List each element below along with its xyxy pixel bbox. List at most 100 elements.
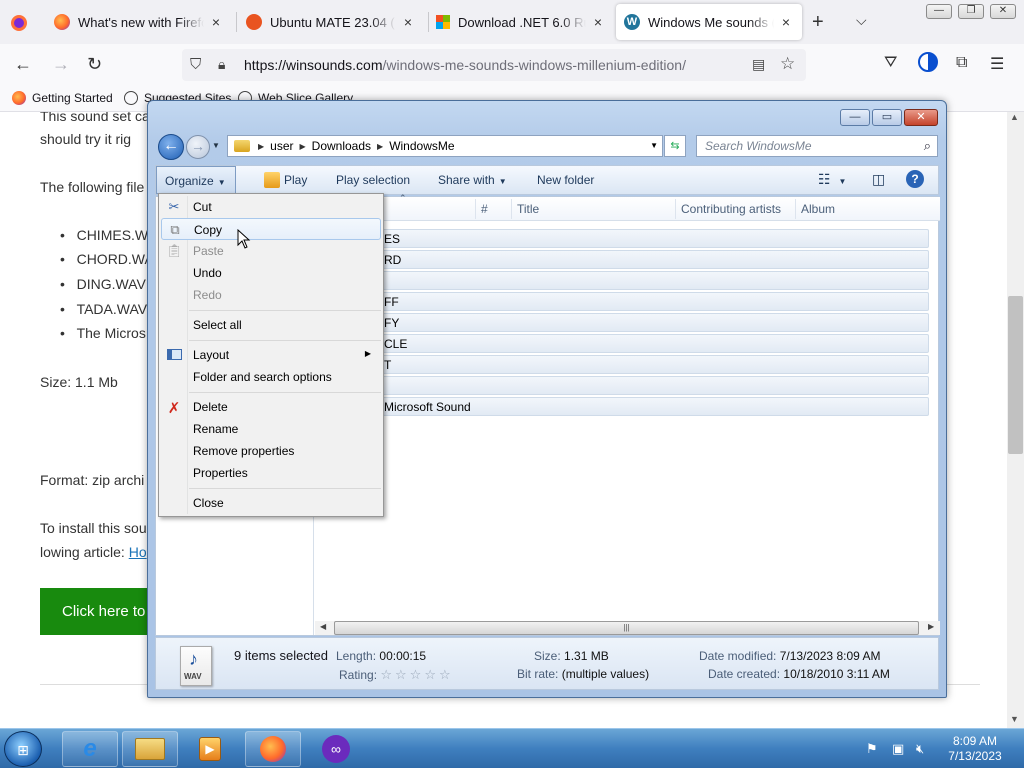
menu-item-delete[interactable]: ✗ Delete (161, 396, 381, 418)
preview-pane-icon[interactable]: ◫ (872, 171, 885, 188)
horizontal-scroll-thumb[interactable]: ||| (334, 621, 919, 635)
page-scroll-thumb[interactable] (1008, 296, 1023, 454)
network-icon[interactable]: ▣ (892, 741, 904, 757)
firefox-view-icon[interactable] (8, 12, 30, 34)
menu-separator (189, 392, 381, 393)
minimize-button[interactable]: — (926, 4, 952, 19)
reload-icon[interactable]: ↻ (87, 54, 102, 75)
explorer-maximize-button[interactable]: ▭ (872, 109, 902, 126)
tab-close-icon[interactable]: × (590, 14, 606, 30)
scroll-left-icon[interactable]: ◀ (320, 622, 326, 631)
list-all-tabs-icon[interactable]: ⌵ (856, 12, 867, 29)
back-arrow-icon[interactable]: ← (14, 54, 32, 75)
menu-item-rename[interactable]: Rename (161, 418, 381, 440)
file-row[interactable]: ES (319, 229, 929, 248)
taskbar-firefox[interactable] (245, 731, 301, 767)
file-row[interactable]: T (319, 355, 929, 374)
tab-close-icon[interactable]: × (778, 14, 794, 30)
menu-item-cut[interactable]: ✂ Cut (161, 196, 381, 218)
rating-stars[interactable]: ☆☆☆☆☆ (380, 667, 453, 682)
column-album[interactable]: Album (801, 202, 835, 216)
tab-windows-me-sounds[interactable]: W Windows Me sounds (Wi × (616, 4, 802, 40)
new-tab-button[interactable]: + (812, 11, 824, 34)
search-input[interactable]: Search WindowsMe ⌕ (696, 135, 938, 157)
menu-item-remove-properties[interactable]: Remove properties (161, 440, 381, 462)
menu-item-undo[interactable]: Undo (161, 262, 381, 284)
column-contributing-artists[interactable]: Contributing artists (681, 202, 781, 216)
tab-dotnet-download[interactable]: Download .NET 6.0 Runt × (428, 4, 614, 40)
copy-icon: ⧉ (170, 222, 180, 237)
refresh-icon[interactable]: ⇆ (664, 135, 686, 157)
extensions-icon[interactable]: ⧉ (956, 54, 967, 72)
change-view-icon[interactable]: ☷ ▼ (818, 171, 846, 188)
menu-item-copy[interactable]: ⧉ Copy (161, 218, 381, 240)
organize-button[interactable]: Organize ▼ (156, 166, 236, 194)
tab-close-icon[interactable]: × (400, 14, 416, 30)
account-icon[interactable] (918, 52, 938, 77)
pocket-icon[interactable]: ⛛ (884, 54, 897, 72)
breadcrumb-windowsme[interactable]: WindowsMe (389, 139, 454, 153)
breadcrumb-arrow-icon[interactable]: ▶ (377, 142, 383, 151)
file-row[interactable] (319, 376, 929, 395)
address-bar[interactable]: ▶ user ▶ Downloads ▶ WindowsMe ▼ (227, 135, 663, 157)
menu-item-select-all[interactable]: Select all (161, 314, 381, 336)
system-clock[interactable]: 8:09 AM 7/13/2023 (940, 734, 1010, 764)
address-dropdown-icon[interactable]: ▼ (650, 141, 658, 150)
url-bar[interactable]: ⛉ 🔒︎ https://winsounds.com/windows-me-so… (182, 49, 806, 81)
column-number[interactable]: # (481, 202, 488, 216)
install-text: To install this sou (40, 520, 147, 536)
tracking-shield-icon[interactable]: ⛉ (190, 56, 201, 73)
scroll-right-icon[interactable]: ▶ (928, 622, 934, 631)
new-folder-button[interactable]: New folder (537, 173, 594, 187)
share-with-button[interactable]: Share with ▼ (438, 173, 507, 187)
install-article-link[interactable]: Ho (129, 544, 147, 560)
tab-ubuntu-mate[interactable]: Ubuntu MATE 23.04 (Lun × (238, 4, 424, 40)
restore-button[interactable]: ❐ (958, 4, 984, 19)
taskbar-internet-explorer[interactable]: e (62, 731, 118, 767)
volume-muted-icon[interactable]: 🔇︎ (916, 741, 924, 757)
menu-item-paste[interactable]: 📋︎ Paste (161, 240, 381, 262)
file-row[interactable]: CLE (319, 334, 929, 353)
breadcrumb-arrow-icon[interactable]: ▶ (258, 142, 264, 151)
forward-arrow-icon[interactable]: → (52, 54, 70, 75)
lock-icon[interactable]: 🔒︎ (218, 56, 225, 73)
explorer-back-icon[interactable]: ← (158, 134, 184, 160)
close-button[interactable]: ✕ (990, 4, 1016, 19)
explorer-close-button[interactable]: ✕ (904, 109, 938, 126)
file-row[interactable] (319, 271, 929, 290)
hamburger-menu-icon[interactable]: ☰ (990, 54, 1004, 74)
scroll-down-icon[interactable]: ▼ (1010, 714, 1019, 724)
menu-item-properties[interactable]: Properties (161, 462, 381, 484)
play-button[interactable]: Play (284, 173, 307, 187)
file-row[interactable]: FY (319, 313, 929, 332)
play-selection-button[interactable]: Play selection (336, 173, 410, 187)
start-button[interactable]: ⊞ (4, 731, 42, 767)
scroll-up-icon[interactable]: ▲ (1010, 112, 1019, 122)
bookmark-getting-started[interactable]: Getting Started (12, 91, 113, 105)
recent-pages-chevron-icon[interactable]: ▼ (212, 141, 220, 150)
taskbar-file-explorer[interactable] (122, 731, 178, 767)
breadcrumb-downloads[interactable]: Downloads (312, 139, 371, 153)
tab-close-icon[interactable]: × (208, 14, 224, 30)
file-row[interactable]: RD (319, 250, 929, 269)
action-center-flag-icon[interactable]: ⚑ (866, 741, 878, 757)
menu-item-close[interactable]: Close (161, 492, 381, 514)
menu-item-layout[interactable]: Layout ▶ (161, 344, 381, 366)
help-icon[interactable]: ? (906, 170, 924, 188)
explorer-forward-icon[interactable]: → (186, 135, 210, 159)
file-row[interactable]: FF (319, 292, 929, 311)
breadcrumb-user[interactable]: user (270, 139, 293, 153)
menu-separator (189, 488, 381, 489)
taskbar-media-player[interactable]: ▶ (182, 731, 238, 767)
file-row[interactable]: Microsoft Sound (319, 397, 929, 416)
reader-view-icon[interactable]: ▤ (752, 56, 765, 73)
taskbar-privacy-app[interactable]: ∞ (308, 731, 364, 767)
explorer-minimize-button[interactable]: — (840, 109, 870, 126)
url-text[interactable]: https://winsounds.com/windows-me-sounds-… (244, 57, 686, 73)
tab-firefox-whats-new[interactable]: What's new with Firefox - × (46, 4, 232, 40)
breadcrumb-arrow-icon[interactable]: ▶ (300, 142, 306, 151)
bookmark-star-icon[interactable]: ☆ (780, 54, 795, 74)
column-title[interactable]: Title (517, 202, 539, 216)
menu-item-folder-search-options[interactable]: Folder and search options (161, 366, 381, 388)
menu-item-redo[interactable]: Redo (161, 284, 381, 306)
